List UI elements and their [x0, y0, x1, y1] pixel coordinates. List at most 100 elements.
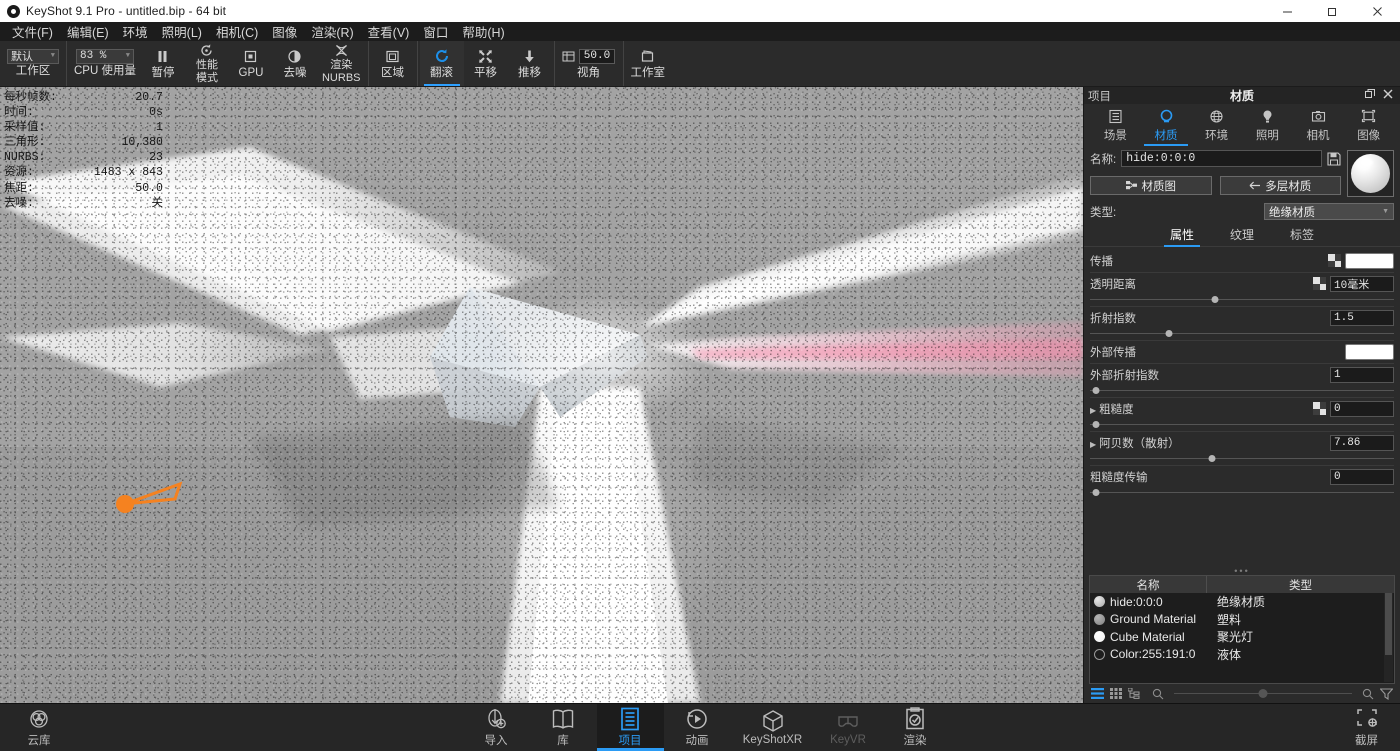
- bottombar-item-render[interactable]: 渲染: [882, 704, 949, 751]
- cpu-usage-control[interactable]: 83 % ▼ CPU 使用量: [69, 41, 141, 86]
- property-slider[interactable]: [1090, 328, 1394, 339]
- material-graph-button[interactable]: 材质图: [1090, 176, 1212, 195]
- project-icon: [619, 707, 641, 731]
- fov-value[interactable]: 50.0: [578, 48, 616, 64]
- tab-material[interactable]: 材质: [1141, 104, 1192, 146]
- maximize-button[interactable]: [1310, 0, 1355, 22]
- menu-edit[interactable]: 编辑(E): [60, 21, 116, 42]
- keyshotxr-icon: [761, 709, 785, 733]
- menu-help[interactable]: 帮助(H): [455, 21, 511, 42]
- grid-view-icon[interactable]: [1110, 688, 1122, 699]
- menu-camera[interactable]: 相机(C): [209, 21, 265, 42]
- material-name-input[interactable]: hide:0:0:0: [1121, 150, 1322, 167]
- panel-close-icon[interactable]: [1383, 89, 1393, 102]
- workspace-selector[interactable]: 默认 ▼ 工作区: [2, 41, 64, 86]
- menu-window[interactable]: 窗口: [416, 21, 455, 42]
- performance-mode-button[interactable]: 性能 模式: [185, 41, 229, 86]
- denoise-button[interactable]: 去噪: [273, 41, 317, 86]
- texture-checker-icon[interactable]: [1328, 254, 1341, 267]
- minimize-button[interactable]: [1265, 0, 1310, 22]
- property-value-input[interactable]: 1: [1330, 366, 1394, 383]
- menu-lighting[interactable]: 照明(L): [155, 21, 209, 42]
- property-row: 折射指数 1.5: [1084, 307, 1400, 339]
- bottombar-item-project[interactable]: 项目: [596, 704, 664, 751]
- material-type-dropdown[interactable]: 绝缘材质 ▼: [1264, 203, 1394, 220]
- property-slider[interactable]: [1090, 487, 1394, 498]
- panel-tab-project[interactable]: 项目: [1088, 88, 1111, 104]
- property-value-input[interactable]: 0: [1330, 400, 1394, 417]
- cloud-library-button[interactable]: 云库: [0, 704, 78, 751]
- color-swatch[interactable]: [1345, 252, 1394, 269]
- property-slider[interactable]: [1090, 385, 1394, 396]
- material-list[interactable]: 名称 类型 hide:0:0:0 绝缘材质 Ground Material 塑料: [1089, 575, 1395, 684]
- floppy-save-icon[interactable]: [1327, 151, 1341, 166]
- bottombar-item-import[interactable]: 导入: [463, 704, 530, 751]
- material-preview-sphere[interactable]: [1347, 150, 1394, 197]
- property-value-input[interactable]: 0: [1330, 468, 1394, 485]
- bottombar-item-keyshotxr[interactable]: KeyShotXR: [731, 704, 815, 751]
- thumbnail-size-slider[interactable]: [1174, 688, 1352, 699]
- tab-scene[interactable]: 场景: [1090, 104, 1141, 146]
- table-row[interactable]: hide:0:0:0 绝缘材质: [1090, 593, 1394, 611]
- pan-button[interactable]: 平移: [464, 41, 508, 86]
- gpu-button[interactable]: GPU: [229, 41, 273, 86]
- tree-view-icon[interactable]: [1128, 688, 1140, 699]
- material-list-scrollbar[interactable]: [1384, 593, 1393, 682]
- tab-camera[interactable]: 相机: [1293, 104, 1344, 146]
- pause-button[interactable]: 暂停: [141, 41, 185, 86]
- subtab-properties[interactable]: 属性: [1163, 224, 1200, 247]
- bottombar-item-keyvr[interactable]: KeyVR: [815, 704, 882, 751]
- column-header-type[interactable]: 类型: [1207, 576, 1394, 593]
- tumble-button[interactable]: 翻滚: [419, 41, 464, 86]
- property-slider[interactable]: [1090, 453, 1394, 464]
- filter-funnel-icon[interactable]: [1380, 687, 1393, 700]
- stat-value: 关: [151, 196, 163, 210]
- cpu-usage-combo[interactable]: 83 % ▼: [75, 48, 134, 64]
- property-value-input[interactable]: 7.86: [1330, 434, 1394, 451]
- tab-image[interactable]: 图像: [1343, 104, 1394, 146]
- property-slider[interactable]: [1090, 294, 1394, 305]
- color-swatch[interactable]: [1345, 343, 1394, 360]
- fov-control[interactable]: 50.0 视角: [557, 41, 621, 86]
- menu-image[interactable]: 图像: [265, 21, 304, 42]
- property-slider[interactable]: [1090, 419, 1394, 430]
- tab-environment[interactable]: 环境: [1191, 104, 1242, 146]
- render-viewport[interactable]: 每秒帧数: 20.7 时间: 0s 采样值: 1 三角形: 10,380 NUR…: [0, 87, 1083, 703]
- property-value-input[interactable]: 10毫米: [1330, 275, 1394, 292]
- subtab-labels[interactable]: 标签: [1284, 224, 1320, 246]
- fov-label: 视角: [577, 66, 600, 79]
- panel-resize-grip[interactable]: •••: [1084, 566, 1400, 576]
- texture-checker-icon[interactable]: [1313, 277, 1326, 290]
- table-row[interactable]: Color:255:191:0 液体: [1090, 646, 1394, 664]
- column-header-name[interactable]: 名称: [1090, 576, 1207, 593]
- close-button[interactable]: [1355, 0, 1400, 22]
- menubar: 文件(F) 编辑(E) 环境 照明(L) 相机(C) 图像 渲染(R) 查看(V…: [0, 22, 1400, 41]
- studio-button[interactable]: 工作室: [626, 41, 671, 86]
- workspace-combo[interactable]: 默认 ▼: [7, 48, 59, 64]
- menu-view[interactable]: 查看(V): [361, 21, 417, 42]
- expand-triangle-icon[interactable]: ▶: [1090, 406, 1096, 415]
- region-button[interactable]: 区域: [371, 41, 415, 86]
- render-nurbs-button[interactable]: 渲染 NURBS: [317, 41, 366, 86]
- screenshot-button[interactable]: 截屏: [1333, 704, 1400, 751]
- zoom-out-icon[interactable]: [1152, 688, 1164, 700]
- render-stats-overlay: 每秒帧数: 20.7 时间: 0s 采样值: 1 三角形: 10,380 NUR…: [4, 91, 163, 212]
- subtab-textures[interactable]: 纹理: [1224, 224, 1260, 246]
- spotlight-gizmo[interactable]: [112, 472, 192, 525]
- bottombar-item-animation[interactable]: 动画: [664, 704, 731, 751]
- tab-lighting[interactable]: 照明: [1242, 104, 1293, 146]
- dolly-button[interactable]: 推移: [508, 41, 552, 86]
- expand-triangle-icon[interactable]: ▶: [1090, 440, 1096, 449]
- zoom-in-icon[interactable]: [1362, 688, 1374, 700]
- menu-file[interactable]: 文件(F): [5, 21, 60, 42]
- menu-environment[interactable]: 环境: [116, 21, 155, 42]
- menu-render[interactable]: 渲染(R): [304, 21, 360, 42]
- table-row[interactable]: Cube Material 聚光灯: [1090, 628, 1394, 646]
- multi-material-button[interactable]: 多层材质: [1219, 176, 1341, 195]
- property-value-input[interactable]: 1.5: [1330, 309, 1394, 326]
- panel-restore-icon[interactable]: [1365, 89, 1375, 102]
- bottombar-item-library[interactable]: 库: [530, 704, 597, 751]
- texture-checker-icon[interactable]: [1313, 402, 1326, 415]
- list-view-icon[interactable]: [1091, 688, 1104, 699]
- table-row[interactable]: Ground Material 塑料: [1090, 611, 1394, 629]
